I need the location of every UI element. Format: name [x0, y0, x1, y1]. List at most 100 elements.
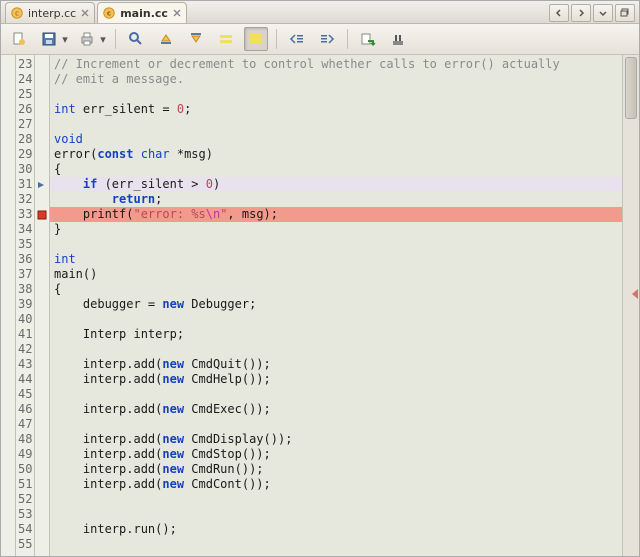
- marker-cell[interactable]: [35, 447, 49, 462]
- run-button[interactable]: [356, 27, 380, 51]
- marker-cell[interactable]: [35, 492, 49, 507]
- new-file-button[interactable]: [7, 27, 31, 51]
- marker-cell[interactable]: [35, 132, 49, 147]
- find-button[interactable]: [124, 27, 148, 51]
- tab-main[interactable]: c main.cc: [97, 2, 187, 23]
- marker-cell[interactable]: [35, 282, 49, 297]
- code-line[interactable]: interp.add(new CmdQuit());: [54, 357, 622, 372]
- code-line[interactable]: [54, 87, 622, 102]
- marker-cell[interactable]: [35, 147, 49, 162]
- indent-button[interactable]: [315, 27, 339, 51]
- marker-cell[interactable]: [35, 417, 49, 432]
- code-line[interactable]: [54, 387, 622, 402]
- code-line[interactable]: [54, 537, 622, 552]
- marker-cell[interactable]: [35, 312, 49, 327]
- find-next-button[interactable]: [184, 27, 208, 51]
- code-line[interactable]: return;: [54, 192, 622, 207]
- marker-cell[interactable]: [35, 372, 49, 387]
- marker-gutter[interactable]: [35, 55, 50, 556]
- code-line[interactable]: main(): [54, 267, 622, 282]
- nav-next-button[interactable]: [571, 4, 591, 22]
- marker-cell[interactable]: [35, 162, 49, 177]
- code-line[interactable]: interp.add(new CmdHelp());: [54, 372, 622, 387]
- marker-cell[interactable]: [35, 177, 49, 192]
- find-prev-button[interactable]: [154, 27, 178, 51]
- save-button[interactable]: [37, 27, 61, 51]
- marker-cell[interactable]: [35, 387, 49, 402]
- code-line[interactable]: interp.add(new CmdStop());: [54, 447, 622, 462]
- close-icon[interactable]: [80, 8, 90, 18]
- marker-cell[interactable]: [35, 507, 49, 522]
- line-number: 48: [16, 432, 34, 447]
- code-line[interactable]: [54, 507, 622, 522]
- marker-cell[interactable]: [35, 87, 49, 102]
- print-dropdown[interactable]: ▾: [99, 28, 107, 50]
- code-line[interactable]: [54, 492, 622, 507]
- code-line[interactable]: error(const char *msg): [54, 147, 622, 162]
- stop-button[interactable]: [386, 27, 410, 51]
- code-line[interactable]: [54, 312, 622, 327]
- marker-cell[interactable]: [35, 267, 49, 282]
- code-line[interactable]: Interp interp;: [54, 327, 622, 342]
- marker-cell[interactable]: [35, 57, 49, 72]
- marker-cell[interactable]: [35, 222, 49, 237]
- marker-cell[interactable]: [35, 342, 49, 357]
- nav-restore-button[interactable]: [615, 4, 635, 22]
- line-number: 27: [16, 117, 34, 132]
- marker-cell[interactable]: [35, 237, 49, 252]
- code-line[interactable]: }: [54, 222, 622, 237]
- marker-cell[interactable]: [35, 72, 49, 87]
- code-line[interactable]: void: [54, 132, 622, 147]
- code-line[interactable]: [54, 342, 622, 357]
- cpp-file-icon: c: [102, 6, 116, 20]
- code-line[interactable]: int: [54, 252, 622, 267]
- marker-cell[interactable]: [35, 402, 49, 417]
- highlight-button[interactable]: [214, 27, 238, 51]
- code-editor[interactable]: 2324252627282930313233343536373839404142…: [1, 55, 639, 556]
- line-number-gutter[interactable]: 2324252627282930313233343536373839404142…: [16, 55, 35, 556]
- vertical-scrollbar[interactable]: [622, 55, 639, 556]
- code-line[interactable]: // Increment or decrement to control whe…: [54, 57, 622, 72]
- fold-gutter[interactable]: [1, 55, 16, 556]
- code-line[interactable]: [54, 117, 622, 132]
- outdent-button[interactable]: [285, 27, 309, 51]
- code-line[interactable]: {: [54, 282, 622, 297]
- marker-cell[interactable]: [35, 117, 49, 132]
- code-line[interactable]: // emit a message.: [54, 72, 622, 87]
- marker-cell[interactable]: [35, 102, 49, 117]
- code-line[interactable]: [54, 417, 622, 432]
- code-line[interactable]: interp.add(new CmdExec());: [54, 402, 622, 417]
- line-number: 43: [16, 357, 34, 372]
- line-number: 37: [16, 267, 34, 282]
- marker-cell[interactable]: [35, 297, 49, 312]
- marker-cell[interactable]: [35, 537, 49, 552]
- code-line[interactable]: interp.run();: [54, 522, 622, 537]
- marker-cell[interactable]: [35, 477, 49, 492]
- highlight-all-button[interactable]: [244, 27, 268, 51]
- code-line[interactable]: interp.add(new CmdDisplay());: [54, 432, 622, 447]
- marker-cell[interactable]: [35, 357, 49, 372]
- separator: [115, 29, 116, 49]
- marker-cell[interactable]: [35, 252, 49, 267]
- code-line[interactable]: int err_silent = 0;: [54, 102, 622, 117]
- code-line[interactable]: interp.add(new CmdRun());: [54, 462, 622, 477]
- marker-cell[interactable]: [35, 327, 49, 342]
- nav-menu-button[interactable]: [593, 4, 613, 22]
- marker-cell[interactable]: [35, 207, 49, 222]
- nav-buttons: [549, 4, 635, 23]
- marker-cell[interactable]: [35, 432, 49, 447]
- marker-cell[interactable]: [35, 462, 49, 477]
- close-icon[interactable]: [172, 8, 182, 18]
- code-line[interactable]: interp.add(new CmdCont());: [54, 477, 622, 492]
- marker-cell[interactable]: [35, 522, 49, 537]
- save-dropdown[interactable]: ▾: [61, 28, 69, 50]
- code-line[interactable]: [54, 237, 622, 252]
- tab-interp[interactable]: c interp.cc: [5, 2, 95, 23]
- nav-prev-button[interactable]: [549, 4, 569, 22]
- scrollbar-thumb[interactable]: [625, 57, 637, 119]
- print-button[interactable]: [75, 27, 99, 51]
- code-line[interactable]: debugger = new Debugger;: [54, 297, 622, 312]
- marker-cell[interactable]: [35, 192, 49, 207]
- code-line[interactable]: {: [54, 162, 622, 177]
- code-area[interactable]: // Increment or decrement to control whe…: [50, 55, 622, 556]
